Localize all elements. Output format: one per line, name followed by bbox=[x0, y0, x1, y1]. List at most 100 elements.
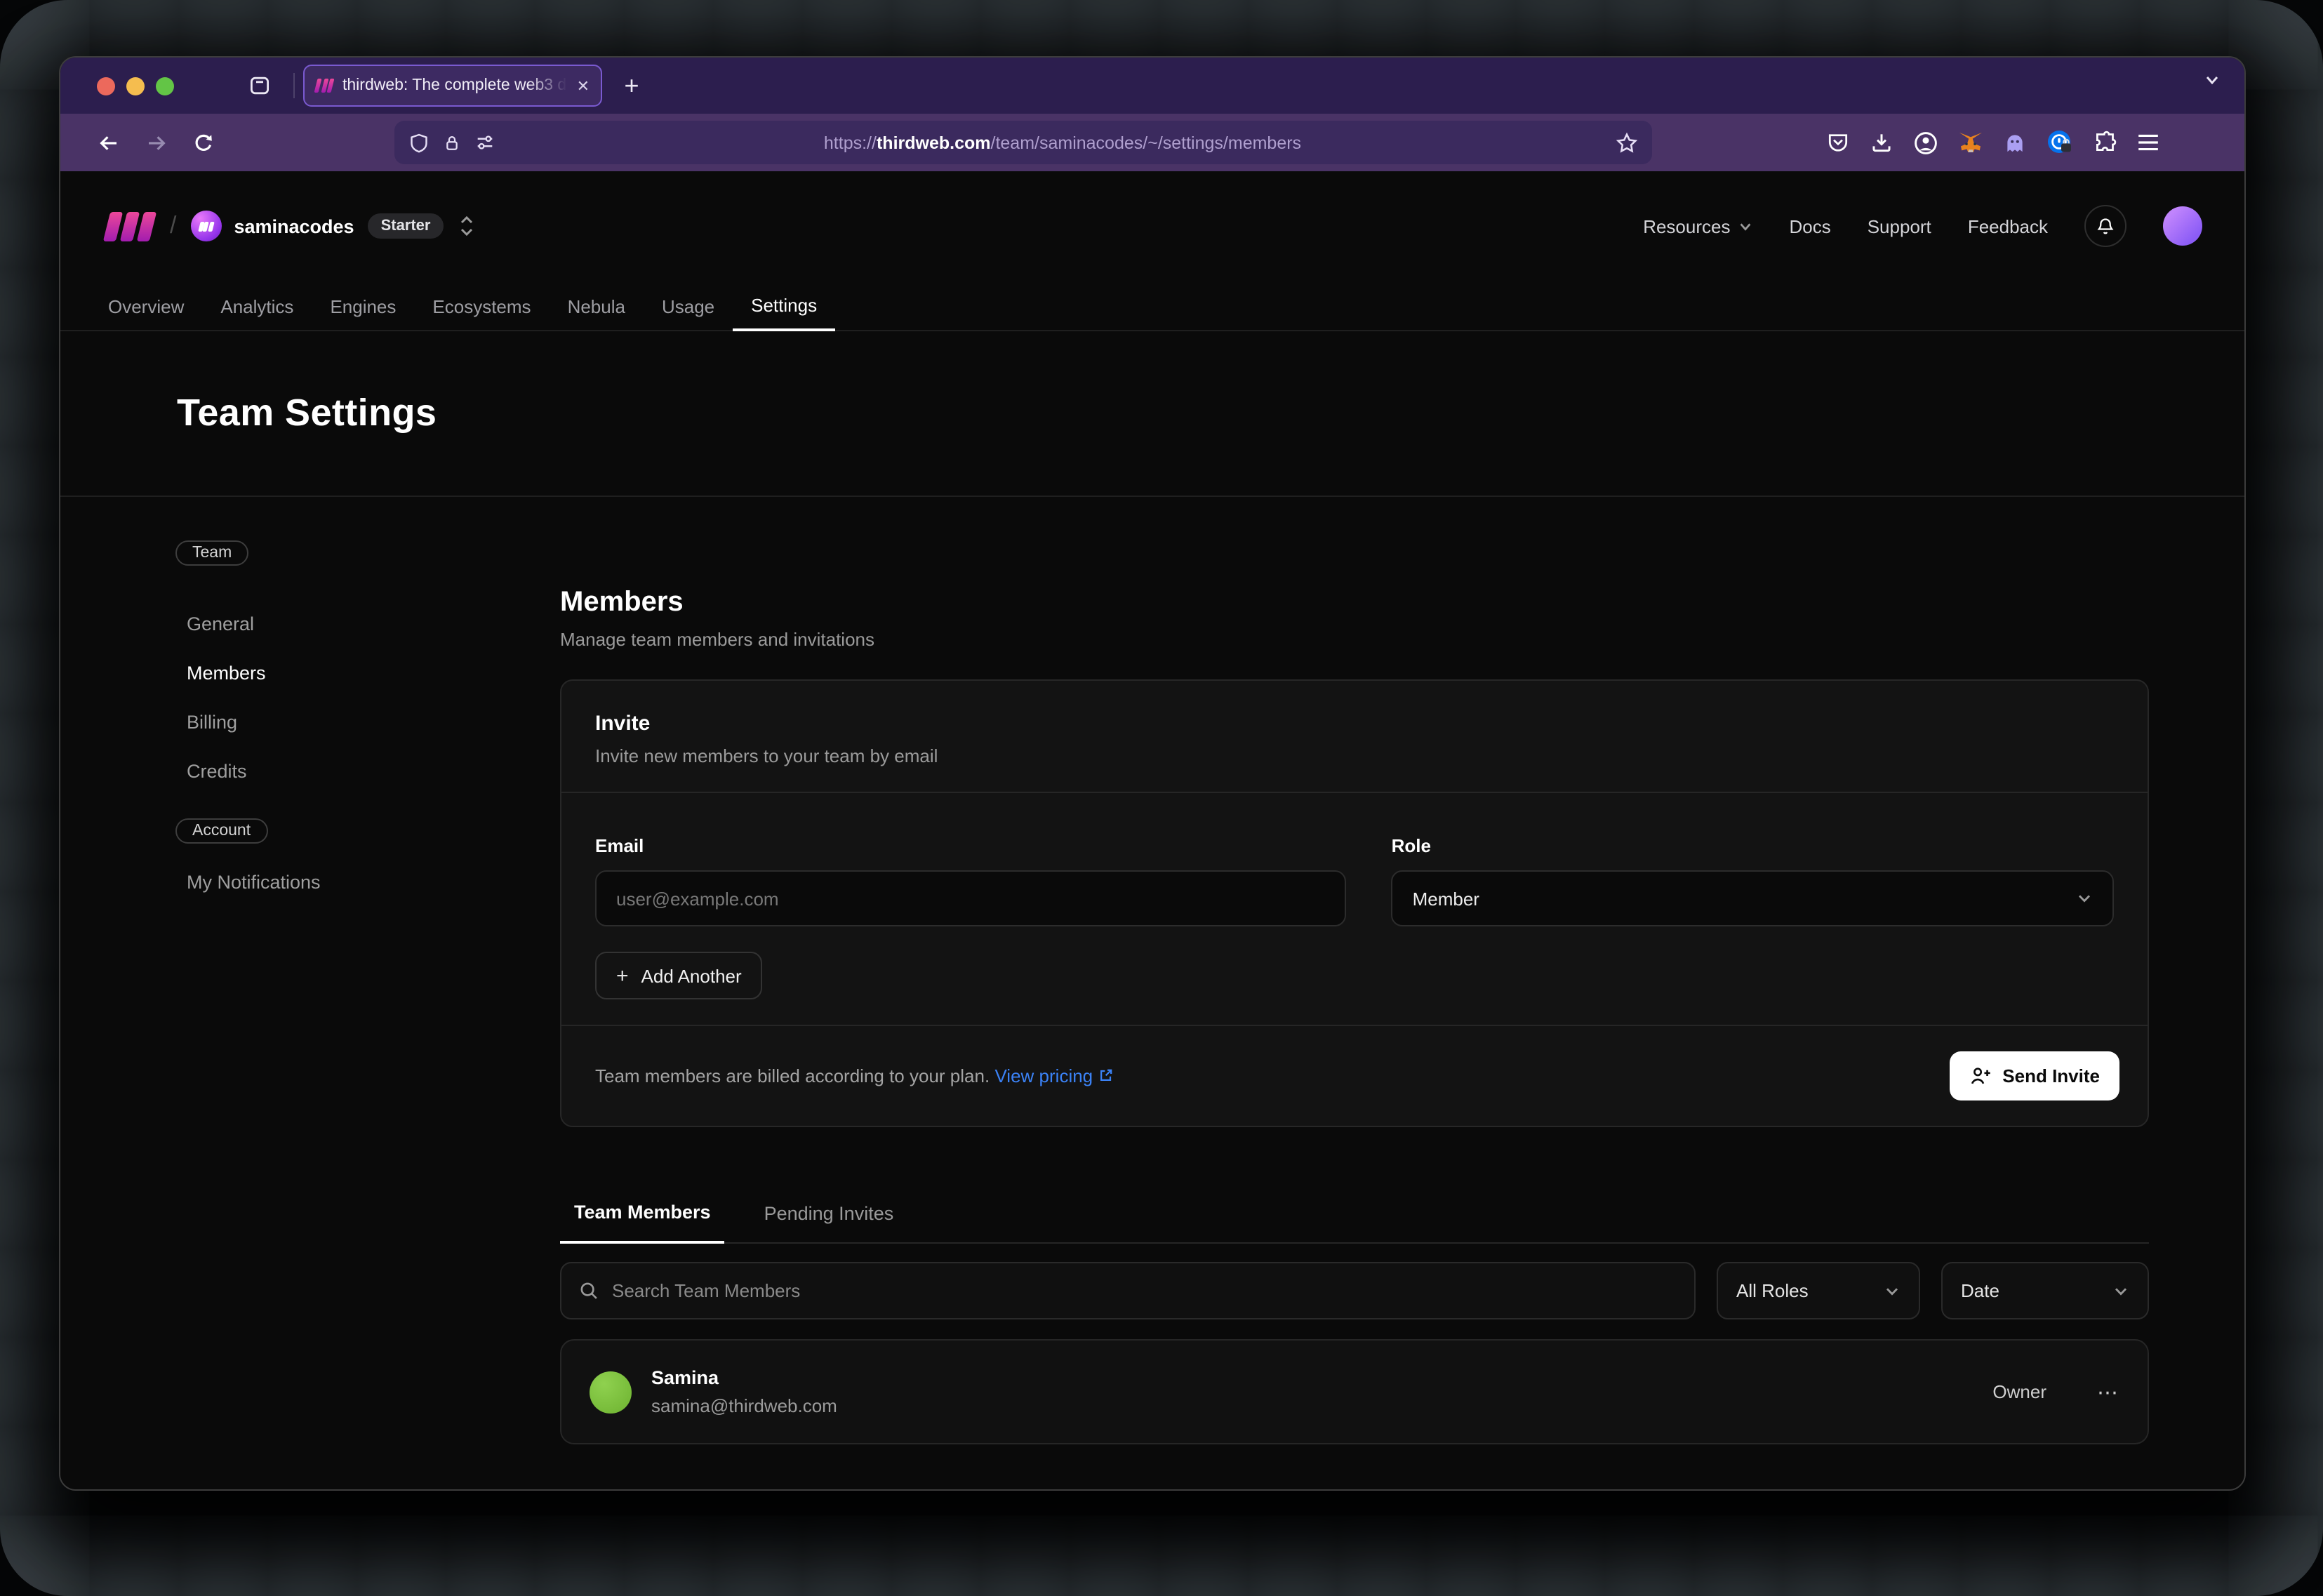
sidebar-item-credits[interactable]: Credits bbox=[175, 747, 560, 796]
tab-overview[interactable]: Overview bbox=[90, 281, 202, 331]
toolbar-extensions bbox=[1826, 114, 2160, 171]
plus-icon: + bbox=[616, 964, 629, 987]
email-label: Email bbox=[595, 835, 1347, 856]
member-role: Owner bbox=[1992, 1381, 2046, 1402]
invite-subtitle: Invite new members to your team by email bbox=[595, 745, 2114, 766]
date-sort-select[interactable]: Date bbox=[1941, 1262, 2149, 1319]
url-text: https://thirdweb.com/team/saminacodes/~/… bbox=[522, 133, 1603, 152]
role-label: Role bbox=[1392, 835, 2114, 856]
firefox-view-icon[interactable] bbox=[244, 70, 275, 101]
user-avatar[interactable] bbox=[2163, 206, 2202, 246]
team-avatar[interactable] bbox=[190, 211, 221, 241]
nav-buttons bbox=[97, 114, 215, 171]
billing-note: Team members are billed according to you… bbox=[595, 1065, 1114, 1086]
thirdweb-site: / saminacodes Starter Resources Docs Sup… bbox=[60, 171, 2244, 1489]
resources-menu[interactable]: Resources bbox=[1643, 215, 1752, 237]
browser-window: thirdweb: The complete web3 d ✕ + bbox=[59, 56, 2246, 1491]
permissions-icon[interactable] bbox=[474, 132, 495, 153]
page-title: Team Settings bbox=[177, 392, 437, 435]
member-email: samina@thirdweb.com bbox=[651, 1395, 837, 1416]
sidebar-account-badge: Account bbox=[175, 818, 267, 844]
member-actions-ellipsis-icon[interactable]: ⋯ bbox=[2097, 1379, 2119, 1404]
tab-analytics[interactable]: Analytics bbox=[202, 281, 312, 331]
tab-nebula[interactable]: Nebula bbox=[550, 281, 644, 331]
desktop-background: thirdweb: The complete web3 d ✕ + bbox=[0, 0, 2323, 1596]
site-header: / saminacodes Starter Resources Docs Sup… bbox=[60, 171, 2244, 281]
settings-layout: Team General Members Billing Credits Acc… bbox=[60, 497, 2244, 1444]
tab-settings[interactable]: Settings bbox=[733, 281, 835, 331]
browser-toolbar: https://thirdweb.com/team/saminacodes/~/… bbox=[60, 114, 2244, 171]
thirdweb-logo-icon[interactable] bbox=[107, 211, 153, 241]
back-button[interactable] bbox=[97, 131, 121, 154]
tab-ecosystems[interactable]: Ecosystems bbox=[414, 281, 549, 331]
extensions-puzzle-icon[interactable] bbox=[2093, 131, 2117, 154]
settings-sidebar: Team General Members Billing Credits Acc… bbox=[60, 497, 560, 1444]
tab-usage[interactable]: Usage bbox=[644, 281, 733, 331]
notifications-bell-icon[interactable] bbox=[2084, 205, 2126, 247]
docs-link[interactable]: Docs bbox=[1789, 215, 1830, 237]
forward-button[interactable] bbox=[145, 131, 168, 154]
reload-button[interactable] bbox=[192, 131, 215, 154]
tracking-protection-shield-icon[interactable] bbox=[408, 131, 430, 154]
member-row: Samina samina@thirdweb.com Owner ⋯ bbox=[560, 1339, 2149, 1444]
sidebar-team-badge: Team bbox=[175, 540, 248, 566]
header-links: Resources Docs Support Feedback bbox=[1643, 205, 2202, 247]
invite-title: Invite bbox=[595, 712, 2114, 736]
search-input[interactable] bbox=[612, 1280, 1677, 1301]
view-pricing-link[interactable]: View pricing bbox=[994, 1065, 1114, 1086]
user-plus-icon bbox=[1969, 1065, 1991, 1086]
email-field[interactable] bbox=[595, 870, 1347, 926]
send-invite-button[interactable]: Send Invite bbox=[1949, 1051, 2119, 1100]
tabbar-separator bbox=[293, 73, 295, 98]
tab-engines[interactable]: Engines bbox=[312, 281, 414, 331]
role-select[interactable]: Member bbox=[1392, 870, 2114, 926]
new-tab-button[interactable]: + bbox=[613, 67, 650, 104]
onepassword-icon[interactable] bbox=[2046, 129, 2073, 156]
account-icon[interactable] bbox=[1913, 130, 1938, 155]
tab-team-members[interactable]: Team Members bbox=[560, 1182, 725, 1244]
metamask-icon[interactable] bbox=[1958, 130, 1983, 155]
bookmark-star-icon[interactable] bbox=[1616, 131, 1638, 154]
chevron-down-icon bbox=[1884, 1282, 1901, 1299]
connection-lock-icon[interactable] bbox=[442, 131, 462, 154]
tab-favicon-thirdweb-icon bbox=[316, 79, 333, 93]
breadcrumb-slash: / bbox=[170, 212, 176, 240]
team-nav-tabs: Overview Analytics Engines Ecosystems Ne… bbox=[60, 281, 2244, 331]
add-another-button[interactable]: + Add Another bbox=[595, 952, 763, 999]
maximize-window-button[interactable] bbox=[156, 77, 174, 95]
team-switcher-chevrons-icon[interactable] bbox=[458, 213, 476, 239]
sidebar-item-members[interactable]: Members bbox=[175, 649, 560, 698]
feedback-link[interactable]: Feedback bbox=[1968, 215, 2048, 237]
member-avatar bbox=[590, 1371, 632, 1413]
close-window-button[interactable] bbox=[97, 77, 115, 95]
support-link[interactable]: Support bbox=[1868, 215, 1931, 237]
search-icon bbox=[578, 1280, 599, 1301]
browser-tab-active[interactable]: thirdweb: The complete web3 d ✕ bbox=[303, 65, 602, 107]
member-list-tabs: Team Members Pending Invites bbox=[560, 1182, 2149, 1244]
sidebar-item-my-notifications[interactable]: My Notifications bbox=[175, 858, 560, 907]
chevron-down-icon bbox=[2112, 1282, 2129, 1299]
role-filter-select[interactable]: All Roles bbox=[1717, 1262, 1920, 1319]
sidebar-item-general[interactable]: General bbox=[175, 599, 560, 649]
team-name[interactable]: saminacodes bbox=[234, 215, 354, 237]
tab-title: thirdweb: The complete web3 d bbox=[342, 77, 567, 94]
minimize-window-button[interactable] bbox=[126, 77, 145, 95]
tab-close-icon[interactable]: ✕ bbox=[577, 77, 590, 95]
pocket-icon[interactable] bbox=[1826, 131, 1850, 154]
window-controls bbox=[97, 77, 174, 95]
sidebar-item-billing[interactable]: Billing bbox=[175, 698, 560, 747]
list-all-tabs-chevron-icon[interactable] bbox=[2202, 70, 2222, 90]
members-main: Members Manage team members and invitati… bbox=[560, 497, 2244, 1444]
plan-badge: Starter bbox=[368, 213, 444, 239]
menu-hamburger-icon[interactable] bbox=[2136, 132, 2160, 153]
search-team-members-box[interactable] bbox=[560, 1262, 1696, 1319]
member-name: Samina bbox=[651, 1367, 837, 1388]
members-subtitle: Manage team members and invitations bbox=[560, 629, 2149, 650]
phantom-icon[interactable] bbox=[2003, 131, 2027, 154]
members-title: Members bbox=[560, 587, 2149, 619]
tab-pending-invites[interactable]: Pending Invites bbox=[750, 1182, 908, 1244]
external-link-icon bbox=[1098, 1067, 1114, 1084]
url-bar[interactable]: https://thirdweb.com/team/saminacodes/~/… bbox=[394, 121, 1652, 164]
invite-card: Invite Invite new members to your team b… bbox=[560, 679, 2149, 1127]
downloads-icon[interactable] bbox=[1870, 131, 1893, 154]
